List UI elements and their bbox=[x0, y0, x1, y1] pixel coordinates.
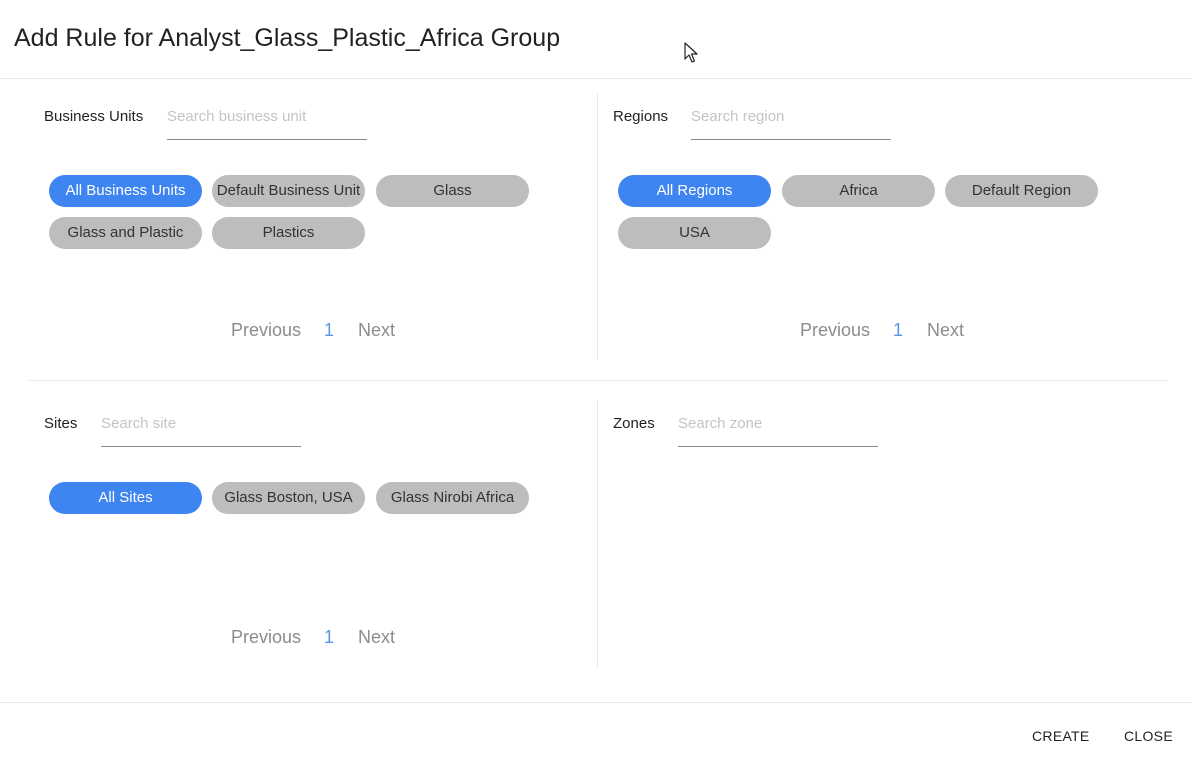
sites-pagination: Previous 1 Next bbox=[231, 627, 431, 651]
previous-page-button[interactable]: Previous bbox=[800, 320, 870, 341]
chip-africa[interactable]: Africa bbox=[782, 175, 935, 207]
chip-plastics[interactable]: Plastics bbox=[212, 217, 365, 249]
next-page-button[interactable]: Next bbox=[927, 320, 964, 341]
region-search-input[interactable] bbox=[691, 94, 891, 140]
business-units-label: Business Units bbox=[44, 108, 144, 125]
close-button[interactable]: CLOSE bbox=[1124, 728, 1173, 744]
next-page-button[interactable]: Next bbox=[358, 627, 395, 648]
mouse-cursor-icon bbox=[684, 42, 698, 63]
page-number[interactable]: 1 bbox=[893, 320, 903, 341]
chip-all-regions[interactable]: All Regions bbox=[618, 175, 771, 207]
horizontal-divider bbox=[29, 380, 1167, 381]
zones-label: Zones bbox=[613, 415, 655, 432]
previous-page-button[interactable]: Previous bbox=[231, 320, 301, 341]
dialog-title: Add Rule for Analyst_Glass_Plastic_Afric… bbox=[14, 24, 561, 52]
add-rule-dialog: Add Rule for Analyst_Glass_Plastic_Afric… bbox=[0, 0, 1192, 761]
zone-search-input[interactable] bbox=[678, 401, 878, 447]
business-units-pagination: Previous 1 Next bbox=[231, 320, 431, 344]
chip-all-sites[interactable]: All Sites bbox=[49, 482, 202, 514]
page-number[interactable]: 1 bbox=[324, 320, 334, 341]
chip-glass-boston-usa[interactable]: Glass Boston, USA bbox=[212, 482, 365, 514]
chip-default-region[interactable]: Default Region bbox=[945, 175, 1098, 207]
previous-page-button[interactable]: Previous bbox=[231, 627, 301, 648]
chip-all-business-units[interactable]: All Business Units bbox=[49, 175, 202, 207]
chip-glass-and-plastic[interactable]: Glass and Plastic bbox=[49, 217, 202, 249]
regions-label: Regions bbox=[613, 108, 669, 125]
zones-panel: Zones bbox=[613, 401, 1173, 661]
business-unit-search-input[interactable] bbox=[167, 94, 367, 140]
create-button[interactable]: CREATE bbox=[1032, 728, 1090, 744]
regions-panel: Regions All Regions Africa Default Regio… bbox=[613, 94, 1173, 354]
dialog-header: Add Rule for Analyst_Glass_Plastic_Afric… bbox=[0, 0, 1192, 79]
chip-default-business-unit[interactable]: Default Business Unit bbox=[212, 175, 365, 207]
vertical-divider bbox=[597, 94, 598, 360]
vertical-divider bbox=[597, 401, 598, 667]
regions-pagination: Previous 1 Next bbox=[800, 320, 1000, 344]
page-number[interactable]: 1 bbox=[324, 627, 334, 648]
dialog-footer: CREATE CLOSE bbox=[0, 702, 1192, 761]
sites-panel: Sites All Sites Glass Boston, USA Glass … bbox=[44, 401, 584, 661]
chip-usa[interactable]: USA bbox=[618, 217, 771, 249]
sites-label: Sites bbox=[44, 415, 78, 432]
site-search-input[interactable] bbox=[101, 401, 301, 447]
business-units-panel: Business Units All Business Units Defaul… bbox=[44, 94, 584, 354]
chip-glass[interactable]: Glass bbox=[376, 175, 529, 207]
next-page-button[interactable]: Next bbox=[358, 320, 395, 341]
chip-glass-nirobi-africa[interactable]: Glass Nirobi Africa bbox=[376, 482, 529, 514]
